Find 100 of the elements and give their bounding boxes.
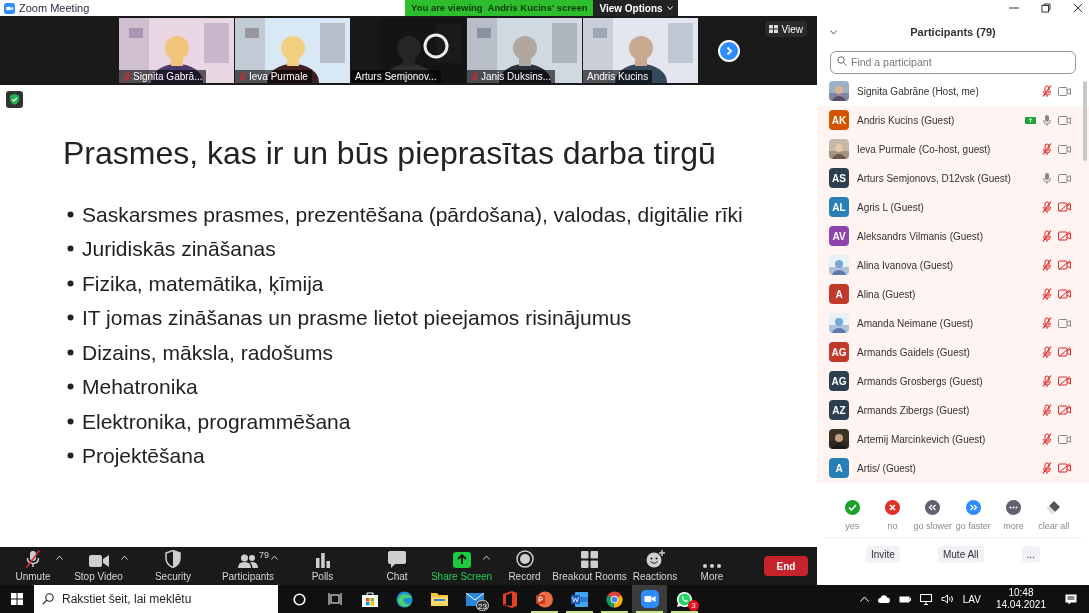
close-icon[interactable]	[1073, 3, 1083, 13]
video-tile[interactable]: Janis Duksins...	[467, 18, 582, 83]
reaction-button[interactable]: no	[872, 499, 913, 533]
rewind-icon	[925, 499, 941, 515]
taskbar-app-button[interactable]: 3	[667, 585, 702, 613]
shopping-bag-icon	[361, 591, 378, 607]
participant-name: Artemij Marcinkevich (Guest)	[857, 432, 986, 447]
more-dots-icon	[1005, 499, 1021, 515]
toolbar-button[interactable]: 79 Participants	[215, 547, 281, 585]
language-indicator[interactable]: LAV	[962, 591, 981, 607]
battery-icon[interactable]	[898, 595, 911, 603]
network-icon[interactable]	[919, 593, 932, 605]
scrollbar[interactable]	[1083, 80, 1087, 161]
menu-caret-button[interactable]	[55, 553, 64, 562]
chat-bubble-icon	[388, 551, 406, 568]
video-tile[interactable]: Arturs Semjonov...	[351, 18, 466, 83]
participant-name: Artis/ (Guest)	[857, 461, 916, 476]
panel-title: Participants (79)	[910, 25, 996, 41]
participant-row[interactable]: Amanda Neimane (Guest)	[817, 308, 1089, 338]
taskbar-search-field[interactable]: Rakstiet šeit, lai meklētu	[34, 585, 278, 613]
window-title: Zoom Meeting	[19, 0, 90, 16]
toolbar-button[interactable]: Stop Video	[66, 547, 131, 585]
bullet-icon	[67, 452, 74, 460]
panel-button[interactable]: Mute All	[937, 546, 984, 563]
shield-icon	[165, 550, 181, 568]
participant-name: Janis Duksins...	[481, 70, 552, 83]
participant-row[interactable]: A Artis/ (Guest)	[817, 453, 1089, 483]
participant-row[interactable]: AV Aleksandrs Vilmanis (Guest)	[817, 221, 1089, 251]
document-app-icon	[571, 590, 588, 608]
windows-start-icon[interactable]	[11, 593, 23, 605]
participant-row[interactable]: AS Arturs Semjonovs, D12vsk (Guest)	[817, 163, 1089, 193]
reaction-button[interactable]: more	[993, 499, 1034, 533]
restore-icon[interactable]	[1041, 3, 1051, 13]
bullet-text: Saskarsmes prasmes, prezentēšana (pārdošana), valodas, digitālie rīki	[82, 201, 743, 228]
chevron-right-icon	[724, 45, 734, 56]
chrome-icon	[606, 590, 623, 608]
taskbar-app-button[interactable]: 23	[457, 585, 492, 613]
menu-caret-button[interactable]	[482, 553, 491, 562]
bullet-text: Mehatronika	[82, 374, 198, 400]
participant-name: Andris Kucins (Guest)	[857, 113, 955, 128]
participant-row[interactable]: AG Armands Grosbergs (Guest)	[817, 366, 1089, 396]
participant-row[interactable]: A Alina (Guest)	[817, 279, 1089, 309]
presentation-app-icon	[536, 590, 553, 608]
participant-row[interactable]: Artemij Marcinkevich (Guest)	[817, 424, 1089, 454]
collapse-chevron-icon[interactable]	[830, 30, 837, 35]
toolbar-button[interactable]: Chat	[364, 547, 430, 585]
menu-caret-button[interactable]	[120, 553, 129, 562]
clock-time[interactable]: 10:48	[1008, 587, 1034, 599]
toolbar-button[interactable]: Polls	[281, 547, 364, 585]
view-options-button[interactable]: View Options	[593, 0, 679, 16]
participant-name: Amanda Neimane (Guest)	[857, 316, 974, 331]
cloud-icon[interactable]	[877, 595, 890, 603]
x-mark-icon	[885, 499, 900, 515]
clock-date[interactable]: 14.04.2021	[995, 599, 1046, 611]
participant-row[interactable]: Ieva Purmale (Co-host, guest)	[817, 134, 1089, 164]
toolbar-button[interactable]: Unmute	[0, 547, 66, 585]
participant-row[interactable]: AZ Armands Zibergs (Guest)	[817, 395, 1089, 425]
bullet-icon	[67, 417, 74, 425]
caret-icon	[666, 6, 673, 10]
participant-name: Armands Gaidels (Guest)	[857, 345, 970, 360]
participant-row[interactable]: AG Armands Gaidels (Guest)	[817, 337, 1089, 367]
participant-row[interactable]: AL Agris L (Guest)	[817, 192, 1089, 222]
avatar: AK	[829, 110, 849, 130]
video-camera-icon	[640, 590, 659, 608]
taskbar-app-button[interactable]	[632, 585, 667, 613]
bullet-icon	[67, 245, 74, 253]
chevron-up-icon[interactable]	[859, 596, 869, 602]
reaction-button[interactable]: clear all	[1033, 499, 1074, 533]
view-button[interactable]: View	[764, 21, 807, 37]
video-tile[interactable]: Andris Kucins	[583, 18, 698, 83]
video-tile[interactable]: Signita Gabrā...	[119, 18, 234, 83]
panel-button[interactable]: ...	[1021, 546, 1040, 563]
end-button[interactable]: End	[764, 556, 808, 576]
next-page-button[interactable]	[718, 39, 740, 62]
menu-caret-button[interactable]	[270, 553, 279, 562]
video-tile[interactable]: Ieva Purmale	[235, 18, 350, 83]
speaker-icon[interactable]	[940, 594, 954, 604]
notification-icon[interactable]	[1065, 593, 1077, 605]
smiley-plus-icon	[645, 550, 665, 568]
avatar: AG	[829, 371, 849, 391]
panel-button[interactable]: Invite	[866, 546, 900, 563]
avatar: AG	[829, 342, 849, 362]
participant-name: Armands Grosbergs (Guest)	[857, 374, 983, 389]
toolbar-button[interactable]: Share Screen	[430, 547, 493, 585]
participant-name: Ieva Purmale (Co-host, guest)	[857, 142, 991, 157]
bullet-icon	[67, 383, 74, 391]
toolbar-button[interactable]: Security	[131, 547, 215, 585]
participant-row[interactable]: Alina Ivanova (Guest)	[817, 250, 1089, 280]
reaction-button[interactable]: go faster	[953, 499, 994, 533]
toolbar-button[interactable]: More	[687, 547, 737, 585]
participant-name: Signita Gabrā...	[133, 70, 203, 83]
participant-name: Agris L (Guest)	[857, 200, 924, 215]
search-icon	[837, 56, 847, 66]
four-squares-icon	[581, 551, 598, 568]
notification-badge: 23	[476, 600, 489, 611]
reaction-button[interactable]: go slower	[912, 499, 953, 533]
muted-mic-icon	[24, 550, 42, 568]
reaction-button[interactable]: yes	[832, 499, 873, 533]
search-field[interactable]: Find a participant	[830, 50, 1076, 74]
participant-row[interactable]: AK Andris Kucins (Guest)	[817, 105, 1089, 135]
